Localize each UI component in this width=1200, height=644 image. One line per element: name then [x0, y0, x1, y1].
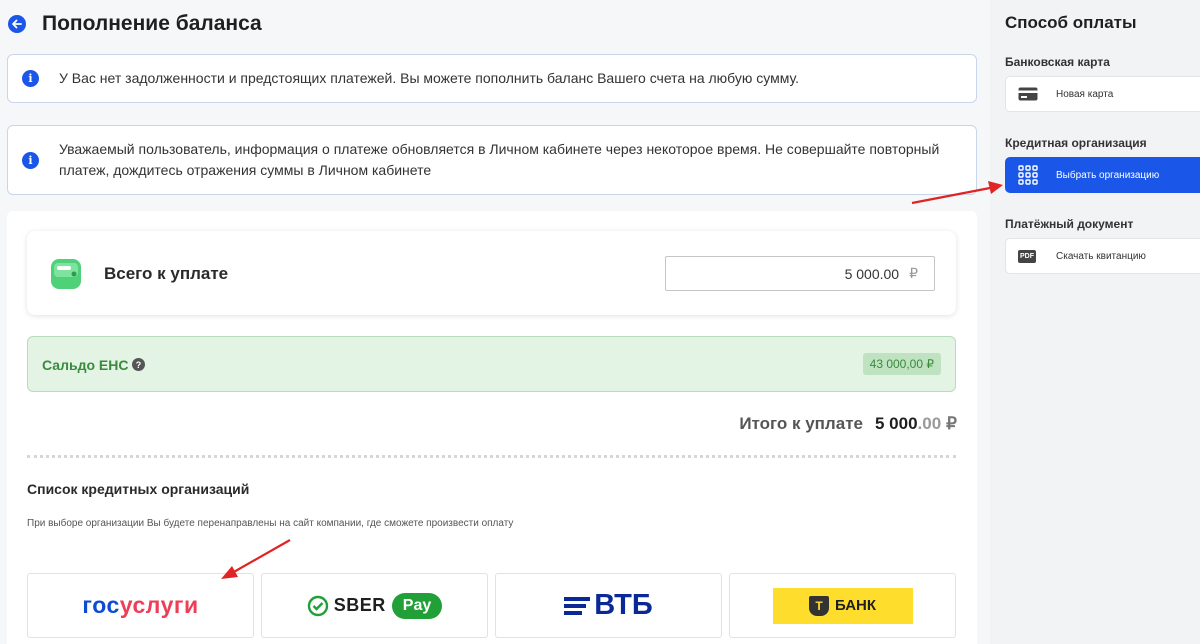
grand-total-decimal: .00: [917, 414, 942, 433]
info-icon: i: [22, 70, 39, 87]
wallet-icon: [51, 259, 81, 289]
gosuslugi-logo-part2: услуги: [119, 592, 199, 618]
tbank-logo: Т БАНК: [772, 587, 913, 624]
gosuslugi-logo: госуслуги: [82, 592, 198, 619]
page-title: Пополнение баланса: [42, 12, 262, 35]
divider: [27, 455, 956, 458]
org-gosuslugi[interactable]: госуслуги: [27, 573, 254, 638]
vtb-text: ВТБ: [594, 589, 653, 621]
payment-method-sidebar: Способ оплаты Банковская карта Новая кар…: [990, 0, 1200, 644]
orgs-list-subtitle: При выборе организации Вы будете перенап…: [27, 518, 514, 529]
grand-total-currency: ₽: [946, 414, 957, 433]
grand-total-integer: 5 000: [874, 414, 918, 433]
section-label-credit-org: Кредитная организация: [1005, 136, 1147, 150]
grand-total: Итого к уплате 5 000 .00 ₽: [739, 414, 957, 434]
pdf-icon-text: PDF: [1018, 249, 1036, 263]
sber-text: SBER: [333, 595, 386, 615]
grid-icon: [1018, 165, 1046, 185]
org-sberpay[interactable]: SBER Pay: [261, 573, 488, 638]
vtb-logo: ВТБ: [564, 589, 653, 622]
pay-pill: Pay: [391, 592, 443, 619]
gosuslugi-logo-part1: гос: [82, 592, 120, 618]
section-label-payment-doc: Платёжный документ: [1005, 217, 1134, 231]
info-notice-balance: i У Вас нет задолженности и предстоящих …: [7, 54, 977, 103]
download-receipt-label: Скачать квитанцию: [1056, 250, 1146, 262]
new-card-label: Новая карта: [1056, 88, 1114, 100]
sidebar-title: Способ оплаты: [1005, 13, 1137, 32]
help-icon[interactable]: ?: [132, 358, 145, 371]
info-icon: i: [22, 151, 39, 169]
section-label-bank-card: Банковская карта: [1005, 55, 1110, 69]
tbank-shield-icon: Т: [808, 595, 829, 616]
tbank-text: БАНК: [834, 597, 877, 614]
main-content: Пополнение баланса i У Вас нет задолженн…: [0, 0, 990, 644]
amount-input[interactable]: 5 000.00 ₽: [665, 256, 935, 291]
info-notice-update: i Уважаемый пользователь, информация о п…: [7, 125, 977, 195]
notice-text: Уважаемый пользователь, информация о пла…: [59, 141, 940, 178]
back-button[interactable]: [8, 15, 26, 33]
saldo-ens-box: Сальдо ЕНС ? 43 000,00 ₽: [27, 336, 956, 392]
pdf-icon: PDF: [1018, 249, 1046, 263]
org-vtb[interactable]: ВТБ: [495, 573, 722, 638]
currency-symbol: ₽: [909, 265, 918, 281]
payment-card: Всего к уплате 5 000.00 ₽ Сальдо ЕНС ? 4…: [7, 211, 977, 644]
saldo-label: Сальдо ЕНС: [42, 357, 129, 373]
new-card-button[interactable]: Новая карта: [1005, 76, 1200, 112]
sber-check-icon: [307, 595, 328, 616]
vtb-bars-icon: [564, 596, 591, 615]
arrow-left-icon: [12, 19, 22, 29]
saldo-value-badge: 43 000,00 ₽: [862, 353, 941, 375]
choose-organization-label: Выбрать организацию: [1056, 169, 1160, 181]
notice-text: У Вас нет задолженности и предстоящих пл…: [59, 70, 800, 86]
grand-total-label: Итого к уплате: [739, 414, 863, 433]
total-box: Всего к уплате 5 000.00 ₽: [27, 231, 956, 315]
amount-value: 5 000.00: [844, 265, 900, 282]
orgs-list-title: Список кредитных организаций: [27, 481, 250, 497]
card-icon: [1018, 87, 1046, 101]
org-tbank[interactable]: Т БАНК: [729, 573, 956, 638]
page-header: Пополнение баланса: [8, 12, 262, 36]
download-receipt-button[interactable]: PDF Скачать квитанцию: [1005, 238, 1200, 274]
sberpay-logo: SBER Pay: [307, 592, 443, 619]
choose-organization-button[interactable]: Выбрать организацию: [1005, 157, 1200, 193]
total-label: Всего к уплате: [104, 264, 229, 283]
